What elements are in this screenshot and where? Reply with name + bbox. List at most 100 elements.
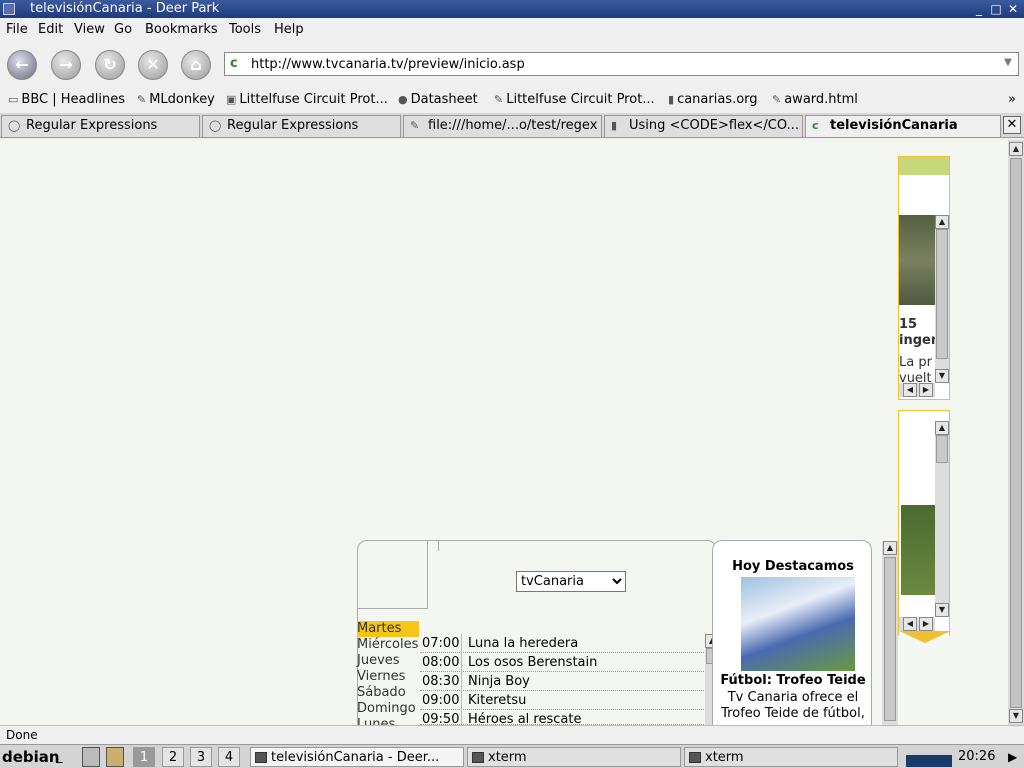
maximize-button[interactable]: □ [989,2,1003,16]
day-item-domingo[interactable]: Domingo [357,701,419,717]
terminal-launcher-icon[interactable] [82,747,100,767]
day-item-sabado[interactable]: Sábado [357,685,419,701]
url-bar[interactable]: c ▼ [224,52,1019,76]
day-item-miercoles[interactable]: Miércoles [357,637,419,653]
tab-televisioncanaria[interactable]: c televisiónCanaria [805,115,1001,137]
debian-start-button[interactable]: debian [2,747,60,767]
menu-bookmarks[interactable]: Bookmarks [145,22,218,37]
scroll-left-icon[interactable]: ◀ [903,383,917,397]
scroll-thumb[interactable] [1010,158,1022,708]
bookmarks-overflow-chevron[interactable]: » [1008,92,1016,107]
news-hscrollbar[interactable]: ◀ ▶ [899,383,935,397]
reload-button[interactable]: ↻ [95,50,125,80]
tab-regular-expressions-1[interactable]: ◯ Regular Expressions [1,115,200,137]
menu-file[interactable]: File [6,22,28,37]
tab-file-regex[interactable]: ✎ file:///home/...o/test/regex [403,115,602,137]
minimize-button[interactable]: _ [972,2,986,16]
scroll-right-icon[interactable]: ▶ [919,617,933,631]
scroll-up-icon[interactable]: ▲ [935,215,949,229]
scroll-thumb[interactable] [884,557,896,721]
back-button[interactable]: ← [7,50,37,80]
tab-using-code-flex[interactable]: ▮ Using <CODE>flex</CO... [604,115,803,137]
schedule-row[interactable]: 08:00 Los osos Berenstain [420,653,704,672]
highlight-title[interactable]: Fútbol: Trofeo Teide [713,673,873,688]
schedule-row[interactable]: 09:00 Kiteretsu [420,691,704,710]
promo-scrollbar[interactable]: ▲ ▼ [935,421,949,617]
bookmark-icon: ✎ [772,93,782,106]
promo-sidebox: ▲ ▼ ◀ ▶ [898,410,951,643]
close-tab-button[interactable]: ✕ [1003,116,1021,134]
url-history-dropdown-icon[interactable]: ▼ [1001,57,1015,71]
day-item-lunes[interactable]: Lunes [357,717,419,725]
bookmark-canarias[interactable]: ▮ canarias.org [668,92,758,107]
highlight-text: Tv Canaria ofrece el Trofeo Teide de fút… [721,690,865,721]
window-title: televisiónCanaria - Deer Park [30,1,220,16]
schedule-program: Ninja Boy [468,674,530,689]
task-xterm-1[interactable]: xterm [467,747,681,767]
cpu-monitor-icon [906,747,952,767]
news-header-bar [899,157,949,175]
schedule-time: 07:00 [422,634,462,653]
stop-button[interactable]: ✕ [138,50,168,80]
day-item-viernes[interactable]: Viernes [357,669,419,685]
scroll-down-icon[interactable]: ▼ [935,603,949,617]
forward-button[interactable]: → [51,50,81,80]
schedule-row[interactable]: 07:00 Luna la heredera [420,634,704,653]
scroll-thumb[interactable] [936,229,948,359]
minimize-all-button[interactable]: _ [56,747,63,767]
menu-bar: File Edit View Go Bookmarks Tools Help [0,18,1024,42]
url-input[interactable] [251,55,991,73]
close-window-button[interactable]: ✕ [1006,2,1020,16]
scroll-down-icon[interactable]: ▼ [935,369,949,383]
tab-regular-expressions-2[interactable]: ◯ Regular Expressions [202,115,401,137]
schedule-program: Kiteretsu [468,693,527,708]
taskbar-scroll-right-icon[interactable]: ▶ [1008,747,1017,767]
bookmark-mldonkey[interactable]: ✎ MLdonkey [137,92,215,107]
task-xterm-2[interactable]: xterm [684,747,898,767]
highlight-photo[interactable] [741,577,855,671]
bookmark-bbc-headlines[interactable]: ▭ BBC | Headlines [8,92,125,107]
schedule-row[interactable]: 09:50 Héroes al rescate [420,710,704,725]
scroll-up-icon[interactable]: ▲ [1009,142,1023,156]
desktop-4-button[interactable]: 4 [218,747,240,767]
home-button[interactable]: ⌂ [181,50,211,80]
day-item-jueves[interactable]: Jueves [357,653,419,669]
scroll-left-icon[interactable]: ◀ [903,617,917,631]
bookmark-award[interactable]: ✎ award.html [772,92,858,107]
bookmark-datasheet[interactable]: ● Datasheet [398,92,478,107]
site-icon: ▣ [226,93,237,106]
bookmark-littelfuse-1[interactable]: ▣ Littelfuse Circuit Prot... [226,92,388,107]
promo-hscrollbar[interactable]: ◀ ▶ [899,617,935,631]
terminal-icon [689,752,701,763]
tab-favicon-icon: ◯ [8,119,21,132]
schedule-time: 09:00 [422,691,462,710]
menu-view[interactable]: View [74,22,105,37]
news-photo [899,215,935,305]
promo-photo [901,505,935,595]
app-launcher-icon[interactable] [106,747,124,767]
desktop-3-button[interactable]: 3 [190,747,212,767]
navigation-toolbar: ← → ↻ ✕ ⌂ c ▼ [0,42,1024,88]
menu-tools[interactable]: Tools [229,22,261,37]
schedule-row[interactable]: 08:30 Ninja Boy [420,672,704,691]
task-browser[interactable]: televisiónCanaria - Deer... [250,747,464,767]
bookmark-littelfuse-2[interactable]: ✎ Littelfuse Circuit Prot... [494,92,655,107]
desktop-2-button[interactable]: 2 [162,747,184,767]
scroll-right-icon[interactable]: ▶ [919,383,933,397]
news-scrollbar[interactable]: ▲ ▼ [935,215,949,383]
page-vertical-scrollbar[interactable]: ▲ ▼ [1008,140,1024,725]
menu-edit[interactable]: Edit [38,22,63,37]
scroll-thumb[interactable] [936,435,948,463]
desktop-1-button[interactable]: 1 [133,747,155,767]
tab-favicon-icon: ▮ [611,119,618,132]
tab-favicon-icon: ◯ [209,119,222,132]
highlight-scrollbar[interactable]: ▲ [882,541,898,725]
scroll-up-icon[interactable]: ▲ [935,421,949,435]
news-headline[interactable]: 15 ingenieros Galicia [899,317,935,349]
menu-go[interactable]: Go [114,22,132,37]
scroll-down-icon[interactable]: ▼ [1009,709,1023,723]
day-item-martes[interactable]: Martes [357,621,419,637]
channel-select[interactable]: tvCanaria [516,571,626,592]
menu-help[interactable]: Help [274,22,304,37]
scroll-up-icon[interactable]: ▲ [883,541,897,555]
